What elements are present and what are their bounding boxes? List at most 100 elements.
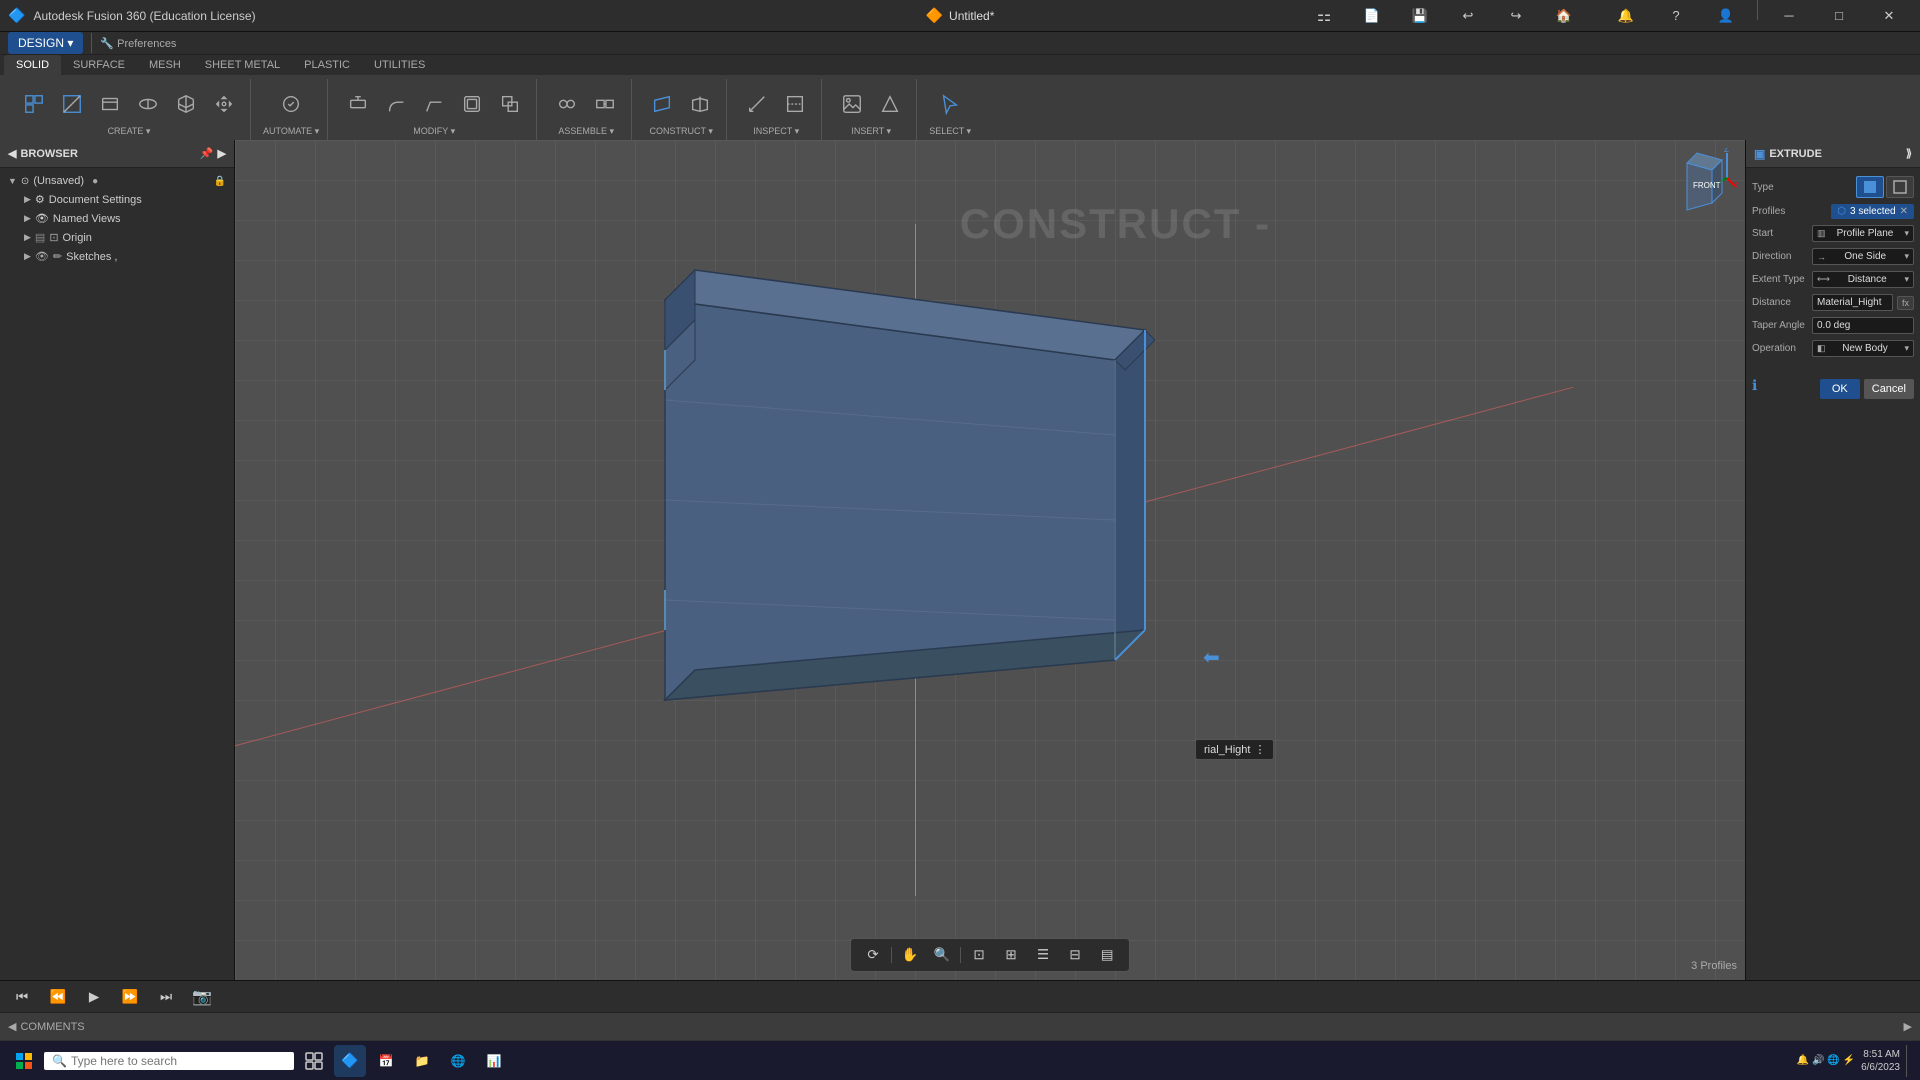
cancel-btn[interactable]: Cancel: [1864, 379, 1914, 399]
clear-profiles-btn[interactable]: ✕: [1900, 206, 1908, 217]
browser-expand-btn[interactable]: ▶: [218, 147, 226, 160]
play-btn[interactable]: ▶: [80, 985, 108, 1009]
taskbar-chrome-btn[interactable]: 🌐: [442, 1045, 474, 1077]
profiles-badge[interactable]: ⬡ 3 selected ✕: [1831, 204, 1914, 219]
decal-btn[interactable]: [872, 86, 908, 122]
zoom-btn[interactable]: 🔍: [928, 943, 956, 967]
tab-utilities[interactable]: UTILITIES: [362, 55, 437, 75]
fillet-btn[interactable]: [378, 86, 414, 122]
skip-end-btn[interactable]: ⏭: [152, 985, 180, 1009]
direction-dropdown-arrow[interactable]: ▾: [1904, 251, 1909, 262]
extent-type-dropdown[interactable]: ⟷ Distance ▾: [1812, 271, 1914, 288]
skip-start-btn[interactable]: ⏮: [8, 985, 36, 1009]
windows-start-btn[interactable]: [8, 1045, 40, 1077]
measure-btn[interactable]: [739, 86, 775, 122]
orbit-btn[interactable]: ⟳: [859, 943, 887, 967]
pan-btn[interactable]: ✋: [896, 943, 924, 967]
chamfer-btn[interactable]: [416, 86, 452, 122]
tray-icons[interactable]: 🔔 🔊 🌐 ⚡: [1797, 1055, 1855, 1066]
distance-input[interactable]: [1812, 294, 1893, 311]
expand-arrow-unsaved[interactable]: ▼: [8, 176, 17, 186]
expand-arrow-views[interactable]: ▶: [24, 213, 31, 224]
taper-angle-input[interactable]: [1812, 317, 1914, 334]
tab-sheet-metal[interactable]: SHEET METAL: [193, 55, 292, 75]
midplane-btn[interactable]: [682, 86, 718, 122]
environment-btn[interactable]: ▤: [1093, 943, 1121, 967]
fx-btn[interactable]: fx: [1897, 296, 1914, 310]
next-btn[interactable]: ⏩: [116, 985, 144, 1009]
type-surface-btn[interactable]: [1886, 176, 1914, 198]
visual-style-btn[interactable]: ⊟: [1061, 943, 1089, 967]
browser-item-doc-settings[interactable]: ▶ ⚙ Document Settings: [0, 190, 234, 209]
start-dropdown[interactable]: ▥ Profile Plane ▾: [1812, 225, 1914, 242]
app-menu-btn[interactable]: ⚏: [1301, 0, 1347, 32]
taskbar-fusion-btn[interactable]: 🔷: [334, 1045, 366, 1077]
account-btn[interactable]: 👤: [1703, 0, 1749, 32]
browser-item-sketches[interactable]: ▶ 👁 ✏ Sketches ,: [0, 247, 234, 266]
select-btn[interactable]: [932, 86, 968, 122]
box-btn[interactable]: [168, 86, 204, 122]
drag-arrow[interactable]: ⬅: [1203, 645, 1220, 670]
operation-dropdown[interactable]: ◧ New Body ▾: [1812, 340, 1914, 357]
tab-plastic[interactable]: PLASTIC: [292, 55, 362, 75]
extent-dropdown-arrow[interactable]: ▾: [1904, 274, 1909, 285]
create-sketch-btn[interactable]: [54, 86, 90, 122]
collapse-browser-btn[interactable]: ◀: [8, 147, 16, 160]
extrude-pin-btn[interactable]: ⟫: [1906, 147, 1912, 160]
prev-btn[interactable]: ⏪: [44, 985, 72, 1009]
show-desktop-btn[interactable]: [1906, 1045, 1912, 1077]
redo-btn[interactable]: ↪: [1493, 0, 1539, 32]
ok-btn[interactable]: OK: [1820, 379, 1860, 399]
new-component-btn[interactable]: [16, 86, 52, 122]
new-btn[interactable]: 📄: [1349, 0, 1395, 32]
close-btn[interactable]: ✕: [1866, 0, 1912, 32]
revolve-btn[interactable]: [130, 86, 166, 122]
move-btn[interactable]: [206, 86, 242, 122]
minimize-btn[interactable]: ─: [1766, 0, 1812, 32]
tab-solid[interactable]: SOLID: [4, 55, 61, 75]
camera-btn[interactable]: 📷: [188, 985, 216, 1009]
taskbar-explorer-btn[interactable]: 📁: [406, 1045, 438, 1077]
browser-item-unsaved[interactable]: ▼ ⊙ (Unsaved) ● 🔒: [0, 172, 234, 190]
fit-btn[interactable]: ⊡: [965, 943, 993, 967]
tab-mesh[interactable]: MESH: [137, 55, 193, 75]
home-btn[interactable]: 🏠: [1541, 0, 1587, 32]
view-cube[interactable]: Z X Y FRONT: [1657, 148, 1737, 228]
browser-pin-btn[interactable]: 📌: [200, 147, 214, 160]
joint-btn[interactable]: [549, 86, 585, 122]
rigid-group-btn[interactable]: [587, 86, 623, 122]
combine-btn[interactable]: [492, 86, 528, 122]
comments-expand-btn[interactable]: ▶: [1904, 1020, 1912, 1033]
browser-item-named-views[interactable]: ▶ 👁 Named Views: [0, 209, 234, 228]
task-view-btn[interactable]: [298, 1045, 330, 1077]
help-btn[interactable]: ?: [1653, 0, 1699, 32]
expand-arrow-sketches[interactable]: ▶: [24, 251, 31, 262]
insert-image-btn[interactable]: [834, 86, 870, 122]
sketches-eye-icon[interactable]: 👁: [35, 250, 49, 263]
start-dropdown-arrow[interactable]: ▾: [1904, 228, 1909, 239]
expand-arrow-doc[interactable]: ▶: [24, 194, 31, 205]
taskbar-calendar-btn[interactable]: 📅: [370, 1045, 402, 1077]
tab-surface[interactable]: SURFACE: [61, 55, 137, 75]
save-btn[interactable]: 💾: [1397, 0, 1443, 32]
taskbar-app-btn[interactable]: 📊: [478, 1045, 510, 1077]
collapse-comments-btn[interactable]: ◀: [8, 1020, 16, 1033]
offset-plane-btn[interactable]: [644, 86, 680, 122]
notification-btn[interactable]: 🔔: [1603, 0, 1649, 32]
shell-btn[interactable]: [454, 86, 490, 122]
undo-btn[interactable]: ↩: [1445, 0, 1491, 32]
grid-btn[interactable]: ⊞: [997, 943, 1025, 967]
expand-arrow-origin[interactable]: ▶: [24, 232, 31, 243]
search-input[interactable]: [71, 1054, 271, 1068]
automate-btn[interactable]: [273, 86, 309, 122]
tooltip-menu-icon[interactable]: ⋮: [1254, 743, 1265, 756]
lock-icon[interactable]: 🔒: [214, 176, 226, 187]
operation-dropdown-arrow[interactable]: ▾: [1904, 343, 1909, 354]
extrude-btn[interactable]: [92, 86, 128, 122]
section-analysis-btn[interactable]: [777, 86, 813, 122]
design-dropdown-btn[interactable]: DESIGN ▾: [8, 32, 83, 54]
direction-dropdown[interactable]: → One Side ▾: [1812, 248, 1914, 265]
display-settings-btn[interactable]: ☰: [1029, 943, 1057, 967]
maximize-btn[interactable]: □: [1816, 0, 1862, 32]
search-box[interactable]: 🔍: [44, 1052, 294, 1070]
